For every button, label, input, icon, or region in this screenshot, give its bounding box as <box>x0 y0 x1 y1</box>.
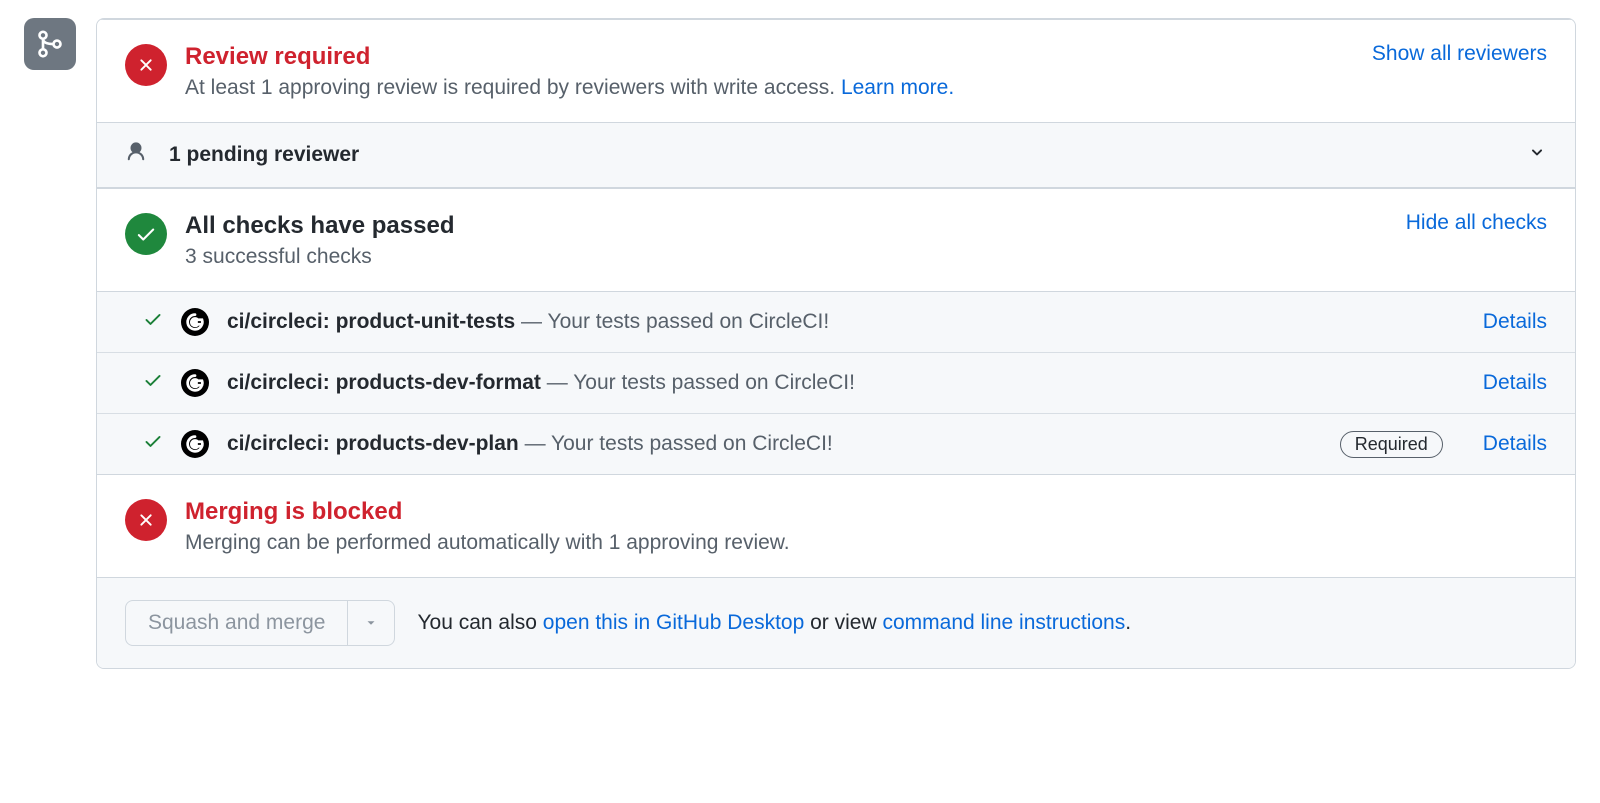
chevron-down-icon <box>1527 142 1547 168</box>
git-merge-icon <box>24 18 76 70</box>
merging-blocked-title: Merging is blocked <box>185 497 790 527</box>
check-name: ci/circleci: product-unit-tests <box>227 310 515 333</box>
check-details-link[interactable]: Details <box>1483 310 1547 334</box>
circleci-icon <box>181 369 209 397</box>
learn-more-link[interactable]: Learn more. <box>841 76 954 99</box>
triangle-down-icon <box>364 616 378 630</box>
merging-blocked-section: Merging is blocked Merging can be perfor… <box>97 474 1575 577</box>
check-row: ci/circleci: products-dev-plan — Your te… <box>97 413 1575 474</box>
review-required-subtitle: At least 1 approving review is required … <box>185 76 954 100</box>
check-row: ci/circleci: product-unit-tests — Your t… <box>97 292 1575 352</box>
pending-reviewer-label: 1 pending reviewer <box>169 143 359 167</box>
check-details-link[interactable]: Details <box>1483 432 1547 456</box>
checks-summary-section: Hide all checks All checks have passed 3… <box>97 188 1575 291</box>
checks-passed-title: All checks have passed <box>185 211 454 241</box>
check-icon <box>143 370 163 396</box>
check-message: — Your tests passed on CircleCI! <box>519 432 833 455</box>
review-required-section: Show all reviewers Review required At le… <box>97 19 1575 122</box>
check-icon <box>143 431 163 457</box>
circleci-icon <box>181 308 209 336</box>
circleci-icon <box>181 430 209 458</box>
check-name: ci/circleci: products-dev-format <box>227 371 541 394</box>
pending-reviewer-toggle[interactable]: 1 pending reviewer <box>97 122 1575 188</box>
merging-blocked-subtitle: Merging can be performed automatically w… <box>185 531 790 555</box>
check-message: — Your tests passed on CircleCI! <box>541 371 855 394</box>
merge-options-caret[interactable] <box>348 600 395 646</box>
open-github-desktop-link[interactable]: open this in GitHub Desktop <box>543 611 804 634</box>
x-icon <box>125 499 167 541</box>
merge-status-panel: Show all reviewers Review required At le… <box>96 18 1576 669</box>
checks-passed-subtitle: 3 successful checks <box>185 245 454 269</box>
show-all-reviewers-link[interactable]: Show all reviewers <box>1372 42 1547 66</box>
squash-and-merge-button[interactable]: Squash and merge <box>125 600 348 646</box>
check-name: ci/circleci: products-dev-plan <box>227 432 519 455</box>
command-line-instructions-link[interactable]: command line instructions <box>882 611 1125 634</box>
check-row: ci/circleci: products-dev-format — Your … <box>97 352 1575 413</box>
check-details-link[interactable]: Details <box>1483 371 1547 395</box>
hide-all-checks-link[interactable]: Hide all checks <box>1406 211 1547 235</box>
check-message: — Your tests passed on CircleCI! <box>515 310 829 333</box>
x-icon <box>125 44 167 86</box>
checks-list: ci/circleci: product-unit-tests — Your t… <box>97 291 1575 474</box>
merge-footer: Squash and merge You can also open this … <box>97 577 1575 668</box>
footer-text: You can also open this in GitHub Desktop… <box>417 611 1131 635</box>
check-icon <box>125 213 167 255</box>
check-icon <box>143 309 163 335</box>
person-icon <box>125 141 147 169</box>
review-required-title: Review required <box>185 42 954 72</box>
required-badge: Required <box>1340 431 1443 458</box>
